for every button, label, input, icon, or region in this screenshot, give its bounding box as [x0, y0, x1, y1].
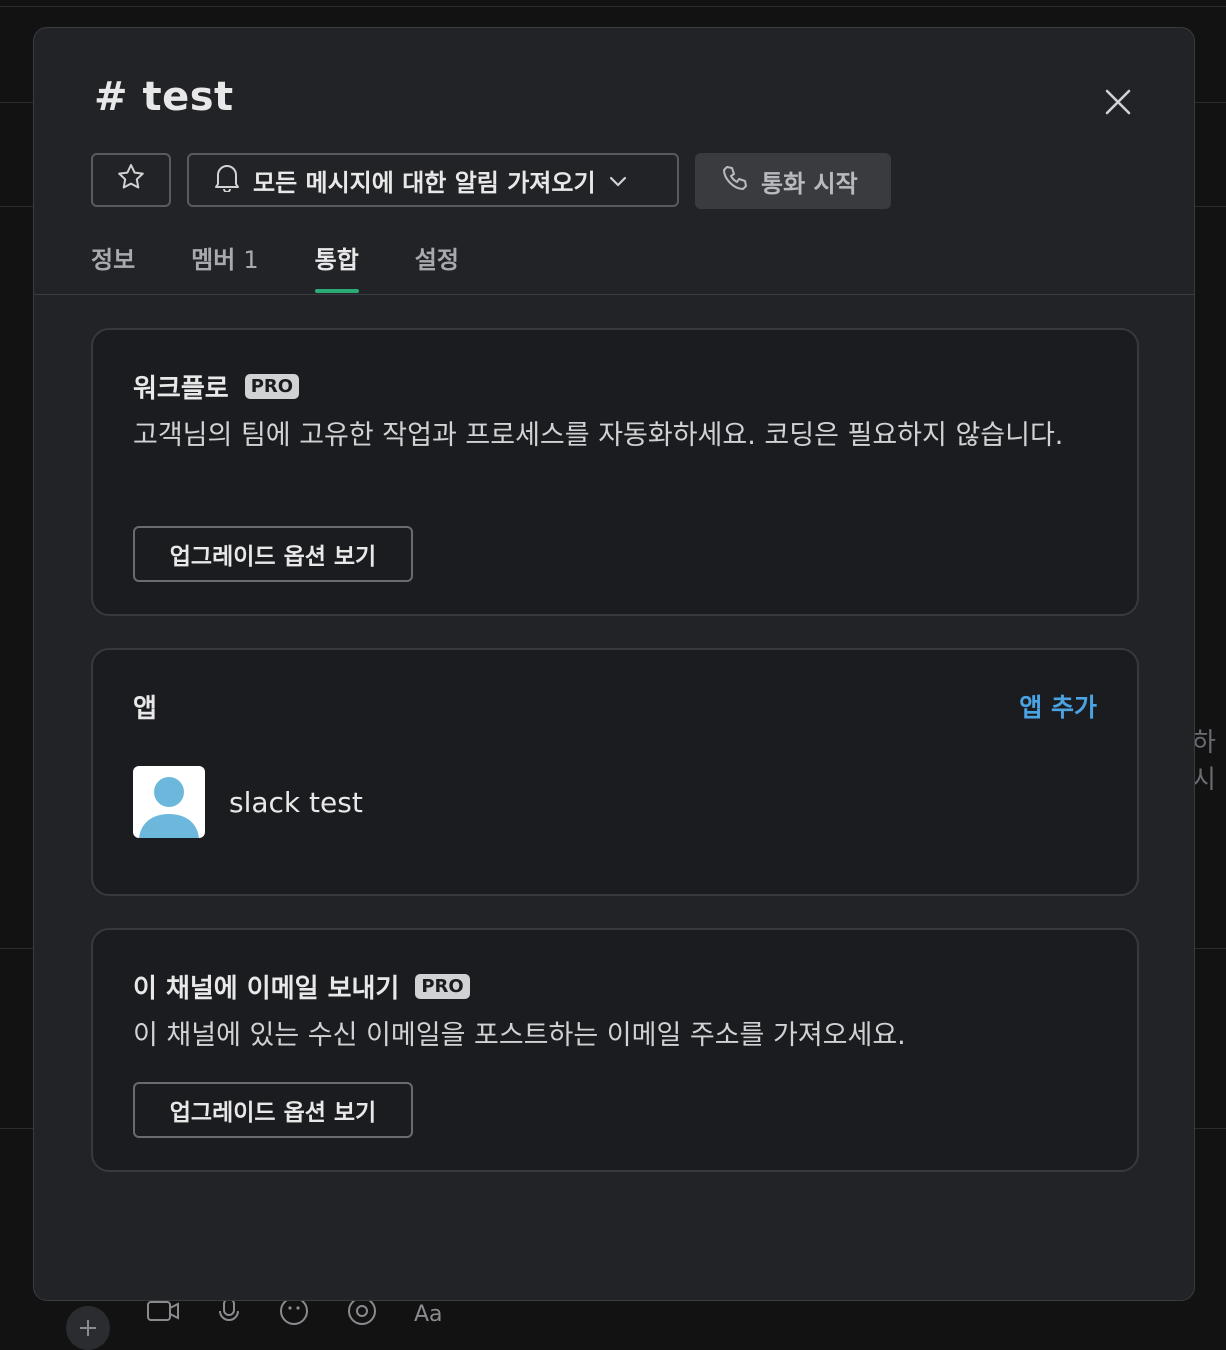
- tab-info[interactable]: 정보: [91, 240, 135, 293]
- background-divider: [0, 6, 1226, 7]
- channel-tabs: 정보 멤버 1 통합 설정: [91, 240, 515, 293]
- channel-title: # test: [94, 74, 234, 120]
- star-icon: [116, 162, 146, 198]
- email-card: 이 채널에 이메일 보내기 PRO 이 채널에 있는 수신 이메일을 포스트하는…: [91, 928, 1139, 1172]
- tab-label: 설정: [414, 246, 459, 274]
- video-icon[interactable]: [146, 1298, 180, 1330]
- user-icon: [139, 777, 199, 838]
- apps-title: 앱: [133, 694, 157, 724]
- channel-actions: 모든 메시지에 대한 알림 가져오기 통화 시작: [91, 153, 891, 209]
- tab-settings[interactable]: 설정: [415, 240, 459, 293]
- tab-label: 통합: [314, 246, 359, 274]
- start-call-label: 통화 시작: [761, 169, 858, 198]
- workflow-card-header: 워크플로 PRO: [133, 368, 300, 405]
- format-text-icon[interactable]: Aa: [414, 1302, 443, 1327]
- app-list-item[interactable]: slack test: [133, 766, 363, 838]
- notification-settings-button[interactable]: 모든 메시지에 대한 알림 가져오기: [187, 153, 679, 207]
- phone-icon: [721, 164, 749, 198]
- notification-settings-label: 모든 메시지에 대한 알림 가져오기: [253, 168, 596, 197]
- channel-details-modal: # test 모든 메시지에 대한 알림 가져오기 통화 시작 정보 멤버 1 …: [33, 27, 1195, 1301]
- apps-card: 앱 앱 추가 slack test: [91, 648, 1139, 896]
- chevron-down-icon: [608, 166, 628, 194]
- app-name: slack test: [229, 785, 363, 819]
- background-peek-text: 하시: [1192, 728, 1216, 795]
- view-upgrade-options-button[interactable]: 업그레이드 옵션 보기: [133, 526, 413, 582]
- star-channel-button[interactable]: [91, 153, 171, 207]
- tab-label: 멤버: [191, 246, 236, 274]
- app-avatar: [133, 766, 205, 838]
- member-count: 1: [243, 246, 259, 274]
- workflow-description: 고객님의 팀에 고유한 작업과 프로세스를 자동화하세요. 코딩은 필요하지 않…: [133, 420, 1064, 451]
- close-icon: [1105, 89, 1131, 119]
- tab-integrations[interactable]: 통합: [314, 240, 359, 293]
- workflow-card: 워크플로 PRO 고객님의 팀에 고유한 작업과 프로세스를 자동화하세요. 코…: [91, 328, 1139, 616]
- start-call-button[interactable]: 통화 시작: [695, 153, 891, 209]
- pro-badge: PRO: [415, 974, 470, 999]
- tab-divider: [34, 294, 1194, 295]
- email-title: 이 채널에 이메일 보내기: [133, 974, 400, 1004]
- bell-icon: [213, 162, 241, 198]
- email-description: 이 채널에 있는 수신 이메일을 포스트하는 이메일 주소를 가져오세요.: [133, 1020, 906, 1051]
- add-app-link[interactable]: 앱 추가: [1019, 688, 1097, 724]
- tab-members[interactable]: 멤버 1: [191, 240, 258, 293]
- view-upgrade-options-button[interactable]: 업그레이드 옵션 보기: [133, 1082, 413, 1138]
- tab-label: 정보: [91, 246, 136, 274]
- close-button[interactable]: [1100, 86, 1136, 122]
- pro-badge: PRO: [244, 374, 300, 399]
- microphone-icon[interactable]: [216, 1297, 242, 1331]
- message-composer-toolbar: Aa: [48, 1297, 1216, 1350]
- email-card-header: 이 채널에 이메일 보내기 PRO: [133, 968, 470, 1005]
- workflow-title: 워크플로: [133, 374, 229, 404]
- plus-icon[interactable]: [66, 1306, 110, 1350]
